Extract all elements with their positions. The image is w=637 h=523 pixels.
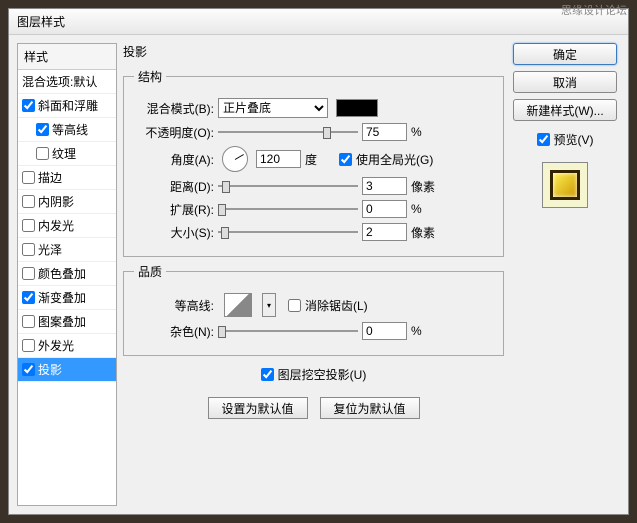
sidebar-checkbox-8[interactable]: [22, 267, 35, 280]
shadow-color-swatch[interactable]: [336, 99, 378, 117]
sidebar-item-label: 图案叠加: [38, 313, 86, 330]
angle-input[interactable]: [256, 150, 301, 168]
size-slider[interactable]: [218, 225, 358, 239]
distance-input[interactable]: [362, 177, 407, 195]
global-light-label: 使用全局光(G): [356, 151, 433, 168]
quality-legend: 品质: [134, 263, 166, 280]
preview-thumbnail: [542, 162, 588, 208]
contour-dropdown-icon[interactable]: ▾: [262, 293, 276, 317]
sidebar-item-1[interactable]: 斜面和浮雕: [18, 94, 116, 118]
sidebar-checkbox-1[interactable]: [22, 99, 35, 112]
noise-label: 杂色(N):: [134, 323, 214, 340]
sidebar-item-7[interactable]: 光泽: [18, 238, 116, 262]
reset-default-button[interactable]: 复位为默认值: [320, 397, 420, 419]
distance-slider[interactable]: [218, 179, 358, 193]
sidebar-item-10[interactable]: 图案叠加: [18, 310, 116, 334]
structure-group: 结构 混合模式(B): 正片叠底 不透明度(O): % 角度(A): 度: [123, 68, 504, 257]
sidebar-checkbox-12[interactable]: [22, 363, 35, 376]
knockout-label: 图层挖空投影(U): [278, 366, 367, 383]
sidebar-item-label: 内发光: [38, 217, 74, 234]
blend-mode-select[interactable]: 正片叠底: [218, 98, 328, 118]
sidebar-item-6[interactable]: 内发光: [18, 214, 116, 238]
right-panel: 确定 取消 新建样式(W)... 预览(V): [510, 43, 620, 506]
sidebar-item-label: 投影: [38, 361, 62, 378]
preview-label: 预览(V): [554, 131, 594, 148]
layer-style-dialog: 图层样式 样式 混合选项:默认斜面和浮雕等高线纹理描边内阴影内发光光泽颜色叠加渐…: [8, 8, 629, 515]
contour-picker[interactable]: [224, 293, 252, 317]
sidebar-header: 样式: [18, 44, 116, 70]
spread-input[interactable]: [362, 200, 407, 218]
sidebar-checkbox-6[interactable]: [22, 219, 35, 232]
sidebar-item-4[interactable]: 描边: [18, 166, 116, 190]
sidebar-item-9[interactable]: 渐变叠加: [18, 286, 116, 310]
sidebar-checkbox-2[interactable]: [36, 123, 49, 136]
sidebar-checkbox-10[interactable]: [22, 315, 35, 328]
sidebar-checkbox-9[interactable]: [22, 291, 35, 304]
sidebar-item-label: 光泽: [38, 241, 62, 258]
noise-slider[interactable]: [218, 324, 358, 338]
contour-label: 等高线:: [134, 297, 214, 314]
sidebar-item-label: 外发光: [38, 337, 74, 354]
set-default-button[interactable]: 设置为默认值: [208, 397, 308, 419]
spread-slider[interactable]: [218, 202, 358, 216]
distance-unit: 像素: [411, 178, 441, 195]
dialog-content: 样式 混合选项:默认斜面和浮雕等高线纹理描边内阴影内发光光泽颜色叠加渐变叠加图案…: [9, 35, 628, 514]
size-input[interactable]: [362, 223, 407, 241]
sidebar-checkbox-11[interactable]: [22, 339, 35, 352]
quality-group: 品质 等高线: ▾ 消除锯齿(L) 杂色(N): %: [123, 263, 504, 356]
distance-label: 距离(D):: [134, 178, 214, 195]
preview-inner: [550, 170, 580, 200]
opacity-label: 不透明度(O):: [134, 124, 214, 141]
sidebar-checkbox-4[interactable]: [22, 171, 35, 184]
structure-legend: 结构: [134, 68, 166, 85]
spread-label: 扩展(R):: [134, 201, 214, 218]
size-unit: 像素: [411, 224, 441, 241]
sidebar-item-label: 斜面和浮雕: [38, 97, 98, 114]
new-style-button[interactable]: 新建样式(W)...: [513, 99, 617, 121]
angle-label: 角度(A):: [134, 151, 214, 168]
dialog-title: 图层样式: [9, 9, 628, 35]
global-light-checkbox[interactable]: [339, 153, 352, 166]
sidebar-item-3[interactable]: 纹理: [18, 142, 116, 166]
style-sidebar: 样式 混合选项:默认斜面和浮雕等高线纹理描边内阴影内发光光泽颜色叠加渐变叠加图案…: [17, 43, 117, 506]
antialias-label: 消除锯齿(L): [305, 297, 368, 314]
watermark-text: 思缘设计论坛: [561, 2, 627, 18]
sidebar-item-8[interactable]: 颜色叠加: [18, 262, 116, 286]
knockout-checkbox[interactable]: [261, 368, 274, 381]
sidebar-item-label: 描边: [38, 169, 62, 186]
noise-input[interactable]: [362, 322, 407, 340]
angle-dial[interactable]: [222, 146, 248, 172]
size-label: 大小(S):: [134, 224, 214, 241]
sidebar-checkbox-3[interactable]: [36, 147, 49, 160]
angle-unit: 度: [305, 151, 335, 168]
spread-unit: %: [411, 202, 441, 216]
center-panel: 投影 结构 混合模式(B): 正片叠底 不透明度(O): % 角度(A):: [123, 43, 504, 506]
antialias-checkbox[interactable]: [288, 299, 301, 312]
cancel-button[interactable]: 取消: [513, 71, 617, 93]
sidebar-item-11[interactable]: 外发光: [18, 334, 116, 358]
opacity-unit: %: [411, 125, 441, 139]
blend-mode-label: 混合模式(B):: [134, 100, 214, 117]
opacity-input[interactable]: [362, 123, 407, 141]
sidebar-item-label: 纹理: [52, 145, 76, 162]
sidebar-checkbox-7[interactable]: [22, 243, 35, 256]
sidebar-item-2[interactable]: 等高线: [18, 118, 116, 142]
sidebar-item-0[interactable]: 混合选项:默认: [18, 70, 116, 94]
sidebar-item-label: 渐变叠加: [38, 289, 86, 306]
sidebar-item-label: 混合选项:默认: [22, 73, 97, 90]
noise-unit: %: [411, 324, 441, 338]
panel-title: 投影: [123, 43, 504, 60]
opacity-slider[interactable]: [218, 125, 358, 139]
sidebar-item-5[interactable]: 内阴影: [18, 190, 116, 214]
sidebar-item-label: 等高线: [52, 121, 88, 138]
sidebar-item-12[interactable]: 投影: [18, 358, 116, 382]
ok-button[interactable]: 确定: [513, 43, 617, 65]
sidebar-item-label: 内阴影: [38, 193, 74, 210]
preview-checkbox[interactable]: [537, 133, 550, 146]
sidebar-item-label: 颜色叠加: [38, 265, 86, 282]
sidebar-checkbox-5[interactable]: [22, 195, 35, 208]
